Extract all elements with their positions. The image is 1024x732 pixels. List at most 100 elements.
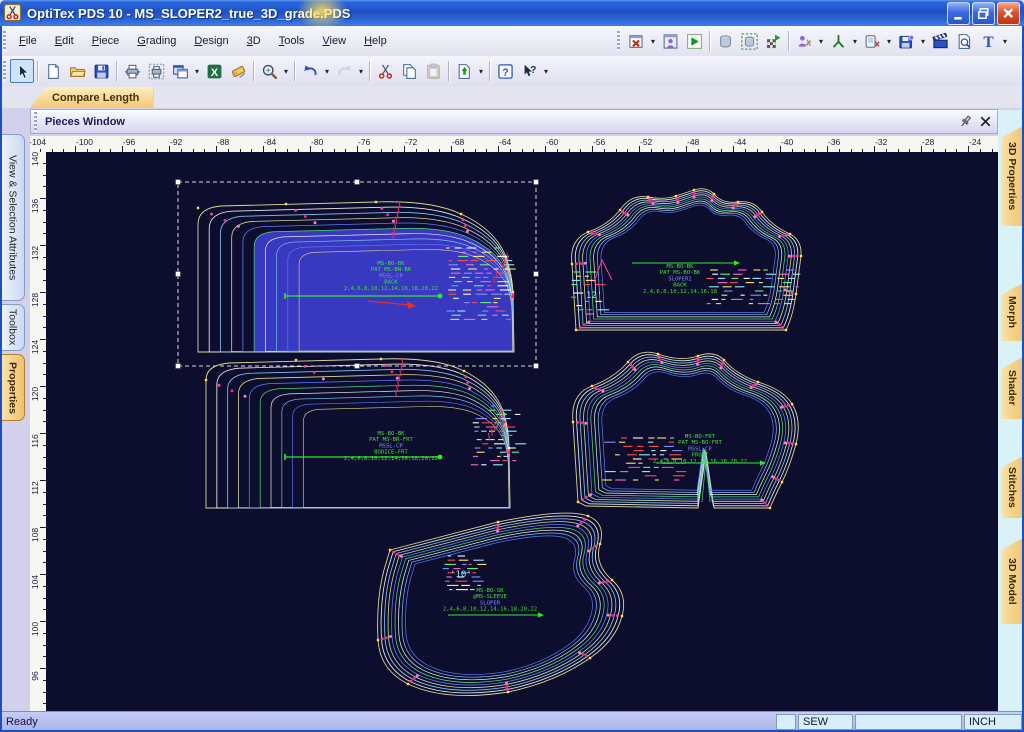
avatar-properties-button-dropdown[interactable]: ▾ (816, 30, 826, 52)
window-layout-icon[interactable] (168, 59, 192, 83)
animation-icon[interactable] (928, 29, 952, 53)
menu-grading[interactable]: Grading (128, 31, 185, 51)
status-cell-empty (776, 714, 796, 730)
menu-tools[interactable]: Tools (270, 31, 314, 51)
save-3d-icon[interactable] (894, 29, 918, 53)
tab-compare-length[interactable]: Compare Length (30, 87, 153, 108)
selection-handle[interactable] (534, 180, 539, 185)
toolbar-grip[interactable] (3, 61, 6, 81)
undo-button-dropdown[interactable]: ▾ (322, 60, 332, 82)
toolbar-grip[interactable] (617, 31, 620, 51)
menu-help[interactable]: Help (355, 31, 396, 51)
selection-handle[interactable] (355, 364, 360, 369)
piece-sleeve[interactable]: MS-BO-SK@MS-SLEEVESLOPER2,4,6,8,10,12,14… (377, 513, 624, 695)
toolbar-separator (253, 61, 254, 81)
close-button[interactable] (997, 2, 1020, 25)
piece-back-sloper[interactable]: MS-BO-BKPAT_MS-BO-BKSLOPER2BACK2,4,6,8,1… (571, 189, 802, 332)
context-help-icon[interactable]: ? (517, 59, 541, 83)
left-tab-toolbox[interactable]: Toolbox (1, 304, 25, 351)
svg-text:T: T (983, 34, 994, 50)
undo-icon[interactable] (298, 59, 322, 83)
new-file-icon[interactable] (41, 59, 65, 83)
panel-grip[interactable] (34, 112, 37, 132)
toolbar-options-button-dropdown[interactable]: ▾ (541, 60, 551, 82)
close-panel-icon[interactable] (977, 113, 994, 130)
open-file-icon[interactable] (65, 59, 89, 83)
selection-handle[interactable] (355, 180, 360, 185)
status-sew-toggle[interactable]: SEW (798, 714, 853, 730)
paste-icon[interactable] (421, 59, 445, 83)
export-excel-icon[interactable]: X (202, 59, 226, 83)
text-tool-button-dropdown[interactable]: ▾ (1000, 30, 1010, 52)
print-icon[interactable] (120, 59, 144, 83)
toolbar-grip[interactable] (3, 31, 6, 51)
save-file-icon[interactable] (89, 59, 113, 83)
toolbar-separator (709, 31, 710, 51)
copy-icon[interactable] (397, 59, 421, 83)
menu-edit[interactable]: Edit (46, 31, 83, 51)
save-3d-button-dropdown[interactable]: ▾ (918, 30, 928, 52)
pattern-canvas[interactable]: MS-BO-BKPAT_MS-BN-BKMSSL-CPBACK2,4,6,8,1… (46, 152, 998, 712)
right-tab-stitches[interactable]: Stitches (1001, 456, 1023, 518)
window-layout-button-dropdown[interactable]: ▾ (192, 60, 202, 82)
cut-device-icon[interactable] (860, 29, 884, 53)
import-export-button-dropdown[interactable]: ▾ (476, 60, 486, 82)
menu-design[interactable]: Design (185, 31, 237, 51)
minimize-button[interactable] (947, 2, 970, 25)
right-tab-strip: 3D Properties Morph Shader Stitches 3D Model (998, 110, 1024, 712)
right-tab-3d-properties[interactable]: 3D Properties (1001, 126, 1023, 226)
cut-icon[interactable] (373, 59, 397, 83)
cloth-select-icon[interactable] (737, 29, 761, 53)
svg-text:MS-BO-BKPAT_MS-BO-BKSLOPER2BAC: MS-BO-BKPAT_MS-BO-BKSLOPER2BACK2,4,6,8,1… (643, 264, 718, 295)
selection-handle[interactable] (534, 364, 539, 369)
left-tab-view-selection-attributes[interactable]: View & Selection Attributes (1, 134, 25, 301)
3d-window-icon[interactable] (658, 29, 682, 53)
close-3d-windows-icon[interactable] (624, 29, 648, 53)
inspect-document-icon[interactable] (952, 29, 976, 53)
avatar-properties-icon[interactable] (792, 29, 816, 53)
svg-text:?: ? (530, 64, 536, 75)
selection-handle[interactable] (176, 180, 181, 185)
left-tab-strip: View & Selection Attributes Toolbox Proper… (0, 134, 27, 712)
piece-back-3d-block[interactable]: MS-BO-BKPAT_MS-BN-BKMSSL-CPBACK2,4,6,8,1… (176, 180, 539, 369)
stitch-tool-icon[interactable] (826, 29, 850, 53)
menu-view[interactable]: View (313, 31, 355, 51)
menu-3d[interactable]: 3D (238, 31, 270, 51)
text-tool-icon[interactable]: T (976, 29, 1000, 53)
restore-button[interactable] (972, 2, 995, 25)
status-units-toggle[interactable]: INCH (964, 714, 1022, 730)
menu-bar: FileEditPieceGradingDesign3DToolsViewHel… (0, 26, 1024, 57)
measure-tag-icon[interactable] (226, 59, 250, 83)
redo-button-dropdown[interactable]: ▾ (356, 60, 366, 82)
menu-piece[interactable]: Piece (83, 31, 129, 51)
right-tab-shader[interactable]: Shader (1001, 357, 1023, 419)
right-tab-morph[interactable]: Morph (1001, 283, 1023, 341)
menu-file[interactable]: File (10, 31, 46, 51)
render-icon[interactable] (761, 29, 785, 53)
print-area-icon[interactable] (144, 59, 168, 83)
piece-front-sloper[interactable]: MS-BO-FRTPAT_MS-BO-FRTMSSL-CPFRONT2,4,6,… (572, 352, 798, 509)
cut-device-button-dropdown[interactable]: ▾ (884, 30, 894, 52)
import-export-icon[interactable] (452, 59, 476, 83)
svg-text:?: ? (502, 66, 508, 78)
zoom-icon[interactable] (257, 59, 281, 83)
pieces-window-header[interactable]: Pieces Window (30, 109, 998, 134)
help-icon[interactable]: ? (493, 59, 517, 83)
size-label: '10' (450, 570, 472, 580)
selection-handle[interactable] (176, 272, 181, 277)
stitch-tool-button-dropdown[interactable]: ▾ (850, 30, 860, 52)
simulate-icon[interactable] (682, 29, 706, 53)
selection-handle[interactable] (176, 364, 181, 369)
selection-handle[interactable] (534, 272, 539, 277)
pin-icon[interactable] (957, 113, 974, 130)
toolbar-separator (37, 61, 38, 81)
zoom-button-dropdown[interactable]: ▾ (281, 60, 291, 82)
close-3d-windows-button-dropdown[interactable]: ▾ (648, 30, 658, 52)
cloth-cylinder-icon[interactable] (713, 29, 737, 53)
piece-front-3d-block[interactable]: MS-BO-BKPAT_MS-BR-FRTMSSL-CPBODICE-FRT2,… (205, 358, 526, 508)
right-tab-3d-model[interactable]: 3D Model (1001, 538, 1023, 624)
redo-icon[interactable] (332, 59, 356, 83)
select-tool-icon[interactable] (10, 59, 34, 83)
standard-toolbar: ▾X▾▾▾▾??▾ (0, 56, 1024, 87)
left-tab-properties[interactable]: Properties (1, 354, 25, 421)
